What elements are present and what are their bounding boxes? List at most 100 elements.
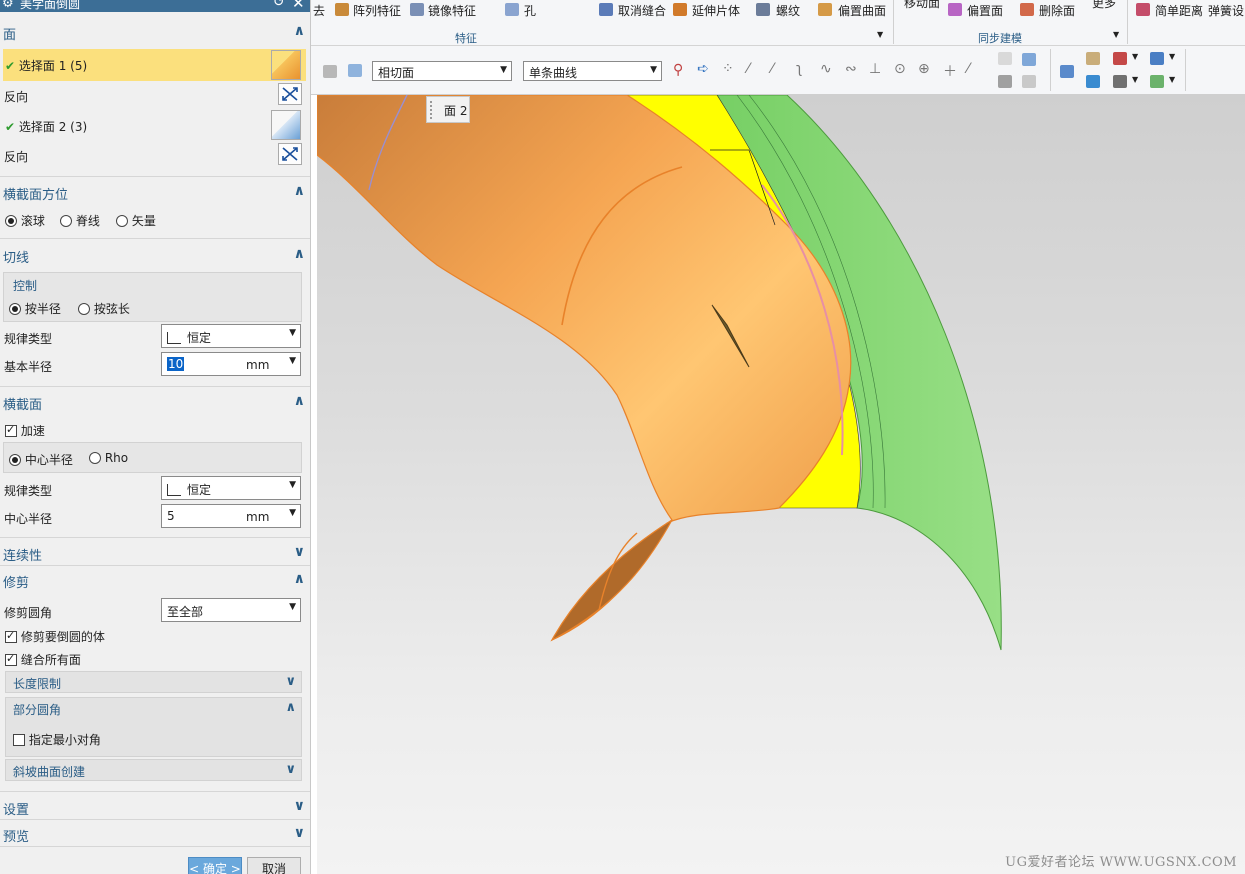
curve-points-icon[interactable]: ∿ xyxy=(820,61,832,77)
dropdown-arrow-icon[interactable]: ▼ xyxy=(1132,75,1138,84)
face-select-icon[interactable] xyxy=(271,110,301,140)
center-radius-input[interactable]: 5 mm ▼ xyxy=(161,504,301,528)
ribbon-item-more[interactable]: 更多 xyxy=(1092,0,1116,11)
face-select-icon[interactable] xyxy=(271,50,301,80)
radio-vector[interactable]: 矢量 xyxy=(116,212,156,229)
line-3-icon[interactable]: ⁄ xyxy=(967,61,969,77)
visibility-icon[interactable] xyxy=(1150,75,1164,88)
intersect-icon[interactable]: ⊥ xyxy=(869,61,881,77)
check-icon: ✔ xyxy=(5,59,16,73)
circle-center-icon[interactable]: ⊙ xyxy=(894,61,906,77)
section-settings-header[interactable]: 设置 ∨ xyxy=(0,797,310,818)
point-on-face-icon[interactable] xyxy=(998,52,1012,65)
trim-fillet-dropdown[interactable]: 至全部 ▼ xyxy=(161,598,301,622)
reverse-direction-2-icon[interactable] xyxy=(278,143,302,165)
trim-body-checkbox[interactable] xyxy=(5,629,17,643)
close-icon[interactable]: ✕ xyxy=(292,0,305,12)
dropdown-arrow-icon[interactable]: ▼ xyxy=(1169,52,1175,61)
stitch-row[interactable]: 缝合所有面 xyxy=(0,647,310,671)
ribbon-item-extend-sheet[interactable]: 延伸片体 xyxy=(692,2,740,19)
select-filter-icon[interactable] xyxy=(323,65,337,78)
control-group: 控制 按半径 按弦长 xyxy=(3,272,302,322)
render-style-icon[interactable] xyxy=(1113,75,1127,88)
ribbon-item-offset-surface[interactable]: 偏置曲面 xyxy=(838,2,886,19)
display-icon[interactable] xyxy=(1113,52,1127,65)
ribbon-item-hole[interactable]: 孔 xyxy=(524,2,536,19)
fit-view-icon[interactable] xyxy=(1060,65,1074,78)
tangent-law-dropdown[interactable]: 恒定 ▼ xyxy=(161,324,301,348)
chevron-up-icon[interactable]: ∧ xyxy=(285,700,296,715)
radio-rho[interactable]: Rho xyxy=(89,451,128,465)
group-dropdown-icon[interactable]: ▼ xyxy=(877,30,883,39)
reverse-direction-1-icon[interactable] xyxy=(278,83,302,105)
face-rule-dropdown[interactable]: 相切面 ▼ xyxy=(372,61,512,81)
curve-rule-dropdown[interactable]: 单条曲线 ▼ xyxy=(523,61,662,81)
cube-icon[interactable] xyxy=(348,64,362,77)
ribbon-item-simple-distance[interactable]: 简单距离 xyxy=(1155,2,1203,19)
check-icon: ✔ xyxy=(5,120,16,134)
ribbon-item-thread[interactable]: 螺纹 xyxy=(776,2,800,19)
length-limit-header[interactable]: 长度限制 ∨ xyxy=(5,671,302,693)
accelerate-checkbox[interactable] xyxy=(5,423,17,437)
cross-law-dropdown[interactable]: 恒定 ▼ xyxy=(161,476,301,500)
section-cross-section-header[interactable]: 横截面 ∧ xyxy=(0,392,310,413)
cancel-button[interactable]: 取消 xyxy=(247,857,301,874)
ok-button[interactable]: < 确定 > xyxy=(188,857,242,874)
divider xyxy=(0,846,310,847)
section-trim-header[interactable]: 修剪 ∧ xyxy=(0,570,310,591)
reverse-2-row: 反向 xyxy=(0,143,310,167)
point-cloud-icon[interactable]: ⁘ xyxy=(722,61,734,77)
view-orient-icon[interactable] xyxy=(1086,52,1100,65)
arc-icon[interactable]: ʅ xyxy=(796,61,802,77)
gear-icon[interactable]: ⚙ xyxy=(2,0,14,11)
shaded-cube-icon[interactable] xyxy=(1150,52,1164,65)
radio-center-radius[interactable]: 中心半径 xyxy=(9,451,73,468)
stitch-checkbox[interactable] xyxy=(5,652,17,666)
select-face-1-row[interactable]: ✔ 选择面 1 (5) xyxy=(3,49,306,81)
radio-rolling-ball[interactable]: 滚球 xyxy=(5,212,45,229)
ribbon-item-unstitch[interactable]: 取消缝合 xyxy=(618,2,666,19)
partial-fillet-header[interactable]: 部分圆角 xyxy=(13,701,61,718)
radio-by-chord[interactable]: 按弦长 xyxy=(78,300,130,317)
section-orientation-header[interactable]: 横截面方位 ∧ xyxy=(0,182,310,203)
ribbon-item-mirror[interactable]: 镜像特征 xyxy=(428,2,476,19)
reset-icon[interactable]: ↺ xyxy=(273,0,285,10)
dropdown-arrow-icon[interactable]: ▼ xyxy=(1169,75,1175,84)
reverse-1-row: 反向 xyxy=(0,83,310,107)
line-2-icon[interactable]: ⁄ xyxy=(771,61,773,77)
plus-icon[interactable]: ＋ xyxy=(943,61,957,81)
graphics-viewport[interactable]: 面 2 UG爱好者论坛 WWW.UGSNX.COM xyxy=(317,95,1245,874)
spline-icon[interactable]: ∾ xyxy=(845,61,857,77)
ribbon-item-offset-face[interactable]: 偏置面 xyxy=(967,2,1003,19)
ribbon-item-move-face[interactable]: 移动面 xyxy=(904,0,940,11)
section-preview-header[interactable]: 预览 ∨ xyxy=(0,824,310,845)
base-radius-input[interactable]: 10 mm ▼ xyxy=(161,352,301,376)
ramp-surface-header[interactable]: 斜坡曲面创建 ∨ xyxy=(5,759,302,781)
ribbon-item-remove[interactable]: 去 xyxy=(313,2,325,19)
rotate-icon[interactable] xyxy=(1086,75,1100,88)
hole-icon xyxy=(505,3,519,16)
layer-icon[interactable] xyxy=(1022,75,1036,88)
bounded-icon[interactable] xyxy=(998,75,1012,88)
ribbon-item-spring[interactable]: 弹簧设 xyxy=(1208,2,1244,19)
grid-icon[interactable] xyxy=(1022,53,1036,66)
quadrant-icon[interactable]: ⊕ xyxy=(918,61,930,77)
arrow-right-icon[interactable]: ➪ xyxy=(697,61,709,77)
snap-point-icon[interactable]: ⚲ xyxy=(673,62,683,78)
ribbon-item-delete-face[interactable]: 删除面 xyxy=(1039,2,1075,19)
more-dropdown-icon[interactable]: ▼ xyxy=(1113,30,1119,39)
mirror-feature-icon xyxy=(410,3,424,16)
select-face-2-row[interactable]: ✔ 选择面 2 (3) xyxy=(0,110,310,140)
section-face-header[interactable]: 面 ∧ xyxy=(0,22,310,43)
section-continuity-header[interactable]: 连续性 ∨ xyxy=(0,543,310,564)
radio-spine[interactable]: 脊线 xyxy=(60,212,100,229)
ribbon-item-pattern[interactable]: 阵列特征 xyxy=(353,2,401,19)
dropdown-arrow-icon[interactable]: ▼ xyxy=(1132,52,1138,61)
min-angle-checkbox[interactable] xyxy=(13,734,25,746)
radio-by-radius[interactable]: 按半径 xyxy=(9,300,61,317)
trim-body-row[interactable]: 修剪要倒圆的体 xyxy=(0,624,310,648)
line-icon[interactable]: ⁄ xyxy=(747,61,749,77)
section-tangent-header[interactable]: 切线 ∧ xyxy=(0,245,310,266)
accelerate-row[interactable]: 加速 xyxy=(0,418,310,442)
ribbon-group-feature: 特征 xyxy=(455,32,477,45)
